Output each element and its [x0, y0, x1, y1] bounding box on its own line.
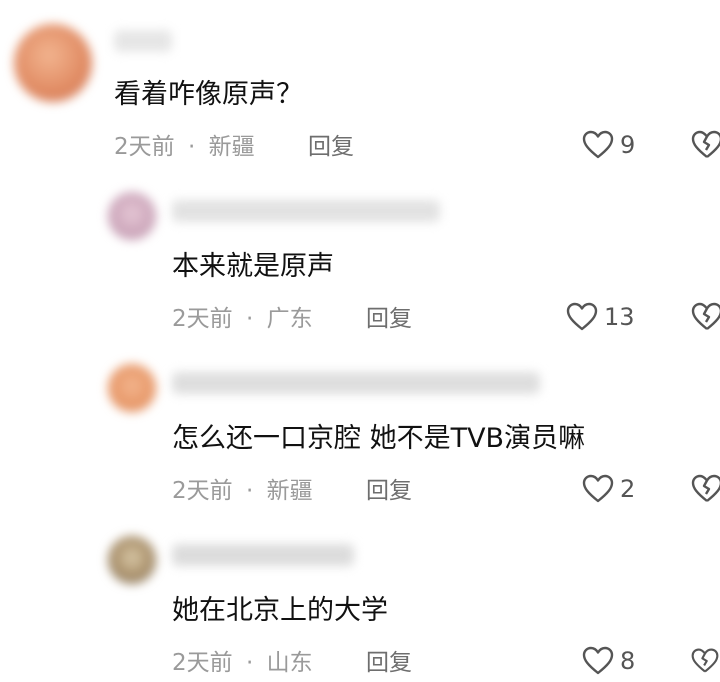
- broken-heart-icon: [690, 302, 720, 332]
- like-button[interactable]: 13: [566, 302, 635, 332]
- comment-text: 看着咋像原声？: [114, 79, 303, 110]
- comment-text: 怎么还一口京腔 她不是TVB演员嘛: [172, 423, 586, 454]
- meta-separator: ·: [245, 650, 254, 676]
- heart-icon: [582, 474, 614, 504]
- reply-button[interactable]: 回复: [366, 304, 412, 334]
- dislike-button[interactable]: [690, 302, 720, 332]
- comment-meta: 2天前 · 新疆: [114, 132, 255, 162]
- like-count: 2: [620, 475, 636, 503]
- heart-icon: [582, 646, 614, 676]
- comment-text: 她在北京上的大学: [172, 595, 388, 626]
- meta-separator: ·: [187, 134, 196, 160]
- comment-text: 本来就是原声: [172, 251, 334, 282]
- avatar[interactable]: [108, 192, 156, 240]
- broken-heart-icon: [690, 646, 720, 676]
- broken-heart-icon: [690, 474, 720, 504]
- reply-button[interactable]: 回复: [366, 476, 412, 506]
- avatar[interactable]: [108, 364, 156, 412]
- avatar[interactable]: [14, 24, 92, 102]
- like-count: 13: [604, 303, 635, 331]
- avatar[interactable]: [108, 536, 156, 584]
- username[interactable]: [114, 30, 172, 52]
- heart-icon: [566, 302, 598, 332]
- meta-separator: ·: [245, 478, 254, 504]
- username[interactable]: [172, 200, 440, 222]
- username[interactable]: [172, 544, 354, 566]
- broken-heart-icon: [690, 130, 720, 160]
- comment-time: 2天前: [172, 650, 233, 676]
- reply-comment-item: 她在北京上的大学 2天前 · 山东 回复 8: [0, 514, 720, 682]
- reply-button[interactable]: 回复: [366, 648, 412, 678]
- comment-time: 2天前: [114, 134, 175, 160]
- comment-meta: 2天前 · 新疆: [172, 476, 313, 506]
- comment-location: 山东: [266, 650, 313, 676]
- reply-button[interactable]: 回复: [308, 132, 354, 162]
- like-count: 8: [620, 647, 636, 675]
- comment-item: 看着咋像原声？ 2天前 · 新疆 回复 9: [0, 0, 720, 170]
- like-button[interactable]: 2: [582, 474, 635, 504]
- dislike-button[interactable]: [690, 646, 720, 676]
- dislike-button[interactable]: [690, 130, 720, 160]
- reply-comment-item: 怎么还一口京腔 她不是TVB演员嘛 2天前 · 新疆 回复 2: [0, 342, 720, 514]
- comment-time: 2天前: [172, 478, 233, 504]
- like-button[interactable]: 8: [582, 646, 635, 676]
- meta-separator: ·: [245, 306, 254, 332]
- comment-meta: 2天前 · 山东: [172, 648, 313, 678]
- like-count: 9: [620, 131, 636, 159]
- like-button[interactable]: 9: [582, 130, 635, 160]
- dislike-button[interactable]: [690, 474, 720, 504]
- reply-comment-item: 本来就是原声 2天前 · 广东 回复 13: [0, 170, 720, 342]
- comment-meta: 2天前 · 广东: [172, 304, 313, 334]
- comment-location: 新疆: [208, 134, 255, 160]
- heart-icon: [582, 130, 614, 160]
- username[interactable]: [172, 372, 540, 394]
- comment-location: 新疆: [266, 478, 313, 504]
- comment-location: 广东: [266, 306, 313, 332]
- comment-time: 2天前: [172, 306, 233, 332]
